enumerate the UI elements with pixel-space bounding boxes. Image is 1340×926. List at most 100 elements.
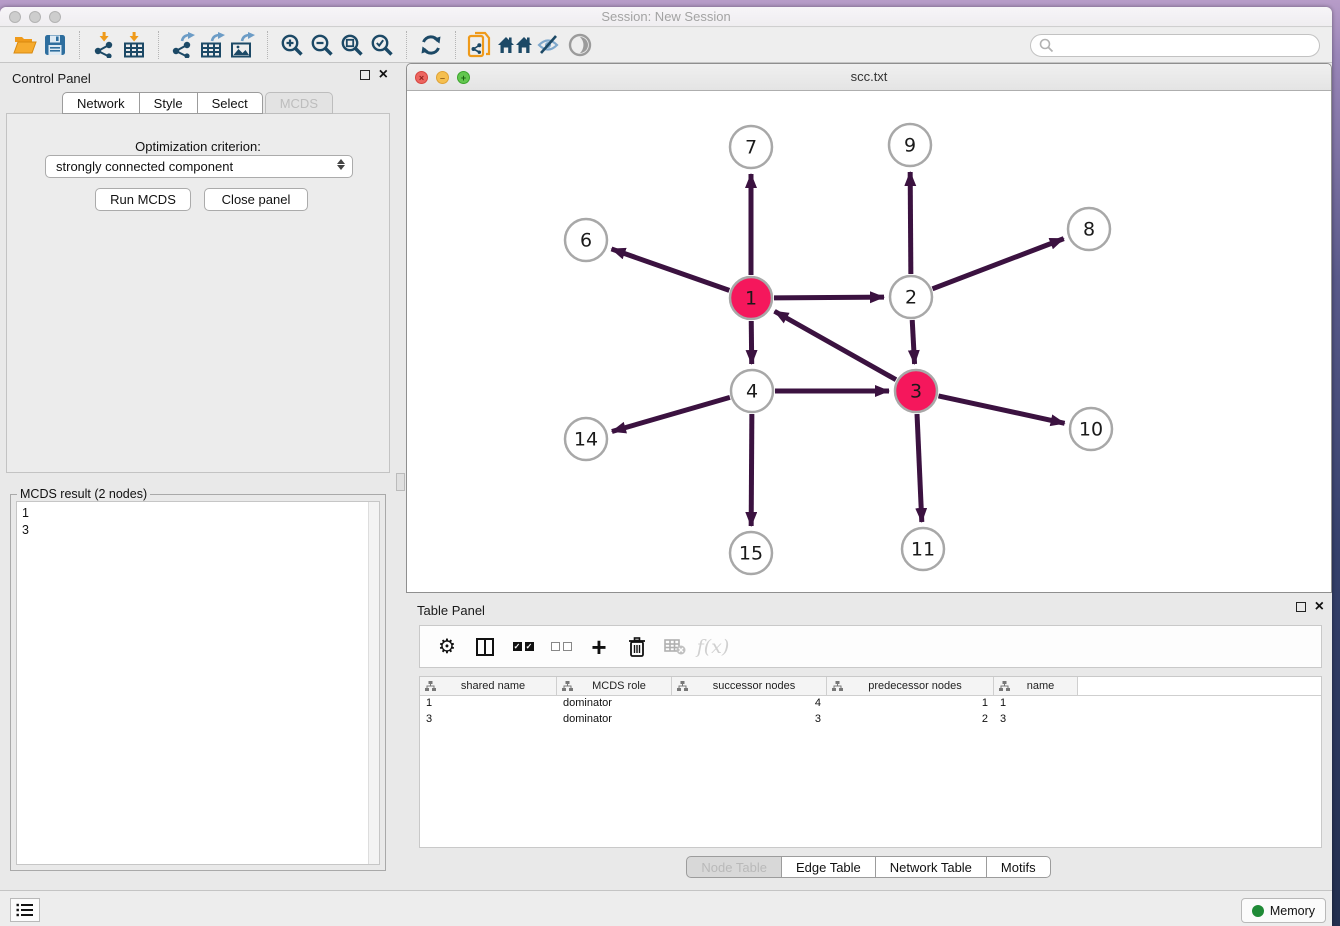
toolbar-separator — [267, 31, 268, 59]
tab-motifs[interactable]: Motifs — [986, 856, 1051, 878]
table-row[interactable]: 1dominator411 — [420, 696, 1321, 712]
mcds-result-text: 1 3 — [22, 505, 365, 861]
tab-network[interactable]: Network — [62, 92, 140, 114]
table-cell[interactable]: 3 — [994, 712, 1078, 728]
table-cell[interactable]: 2 — [827, 712, 994, 728]
table-toolbar: ⚙ ✓✓ + f(x) — [419, 625, 1322, 668]
table-cell[interactable]: 3 — [420, 712, 557, 728]
criterion-selected-value: strongly connected component — [56, 159, 233, 174]
graph-node-label-3: 3 — [910, 381, 922, 403]
select-all-icon[interactable]: ✓✓ — [506, 631, 540, 663]
table-header-row: shared nameMCDS rolesuccessor nodesprede… — [420, 677, 1321, 696]
hierarchy-icon — [677, 681, 688, 692]
mcds-panel: Optimization criterion: strongly connect… — [6, 113, 390, 473]
memory-status-icon — [1252, 905, 1264, 917]
table-cell[interactable]: 1 — [994, 696, 1078, 712]
graph-edge-2-9[interactable] — [910, 172, 911, 274]
panel-divider-grip[interactable] — [396, 473, 405, 491]
cybrowser-icon[interactable] — [465, 31, 495, 59]
app-titlebar: Session: New Session — [0, 7, 1332, 27]
graph-edge-4-15[interactable] — [751, 414, 752, 526]
import-table-icon[interactable] — [119, 31, 149, 59]
toolbar-separator — [406, 31, 407, 59]
column-header-predecessor-nodes[interactable]: predecessor nodes — [827, 677, 994, 695]
column-header-name[interactable]: name — [994, 677, 1078, 695]
table-row[interactable]: 3dominator323 — [420, 712, 1321, 728]
memory-button[interactable]: Memory — [1241, 898, 1326, 923]
hide-graphics-icon[interactable] — [535, 31, 565, 59]
open-file-icon[interactable] — [10, 31, 40, 59]
hierarchy-icon — [832, 681, 843, 692]
network-canvas[interactable]: 7968124314101511 — [407, 91, 1331, 592]
search-input[interactable] — [1030, 34, 1320, 57]
tab-select[interactable]: Select — [197, 92, 263, 114]
close-panel-icon[interactable]: × — [379, 70, 388, 80]
table-cell[interactable]: 1 — [420, 696, 557, 712]
export-image-icon[interactable] — [228, 31, 258, 59]
deselect-all-icon[interactable] — [544, 631, 578, 663]
float-panel-icon[interactable] — [360, 70, 370, 80]
graph-edge-1-2[interactable] — [774, 297, 884, 298]
zoom-selected-icon[interactable] — [367, 31, 397, 59]
close-panel-button[interactable]: Close panel — [204, 188, 308, 211]
workspace: Control Panel × Network Style Select MCD… — [0, 63, 1332, 890]
graph-node-label-10: 10 — [1079, 419, 1103, 441]
delete-icon[interactable] — [620, 631, 654, 663]
column-header-MCDS-role[interactable]: MCDS role — [557, 677, 672, 695]
export-network-icon[interactable] — [168, 31, 198, 59]
hierarchy-icon — [562, 681, 573, 692]
graph-edge-3-1[interactable] — [775, 311, 896, 379]
result-scrollbar[interactable] — [368, 502, 379, 864]
graph-edge-3-10[interactable] — [938, 396, 1064, 423]
column-header-successor-nodes[interactable]: successor nodes — [672, 677, 827, 695]
save-session-icon[interactable] — [40, 31, 70, 59]
show-graphics-icon[interactable] — [565, 31, 595, 59]
task-history-button[interactable] — [10, 898, 40, 922]
graph-edge-4-14[interactable] — [612, 397, 730, 431]
table-cell[interactable]: 1 — [827, 696, 994, 712]
graph-edge-2-8[interactable] — [932, 239, 1063, 289]
delete-table-icon — [658, 631, 692, 663]
table-cell[interactable]: 4 — [672, 696, 827, 712]
tab-style[interactable]: Style — [139, 92, 198, 114]
graph-edge-1-6[interactable] — [611, 249, 729, 290]
graph-node-label-14: 14 — [574, 429, 598, 451]
function-builder-icon: f(x) — [696, 631, 730, 663]
zoom-in-icon[interactable] — [277, 31, 307, 59]
float-table-panel-icon[interactable] — [1296, 602, 1306, 612]
column-header-shared-name[interactable]: shared name — [420, 677, 557, 695]
tab-mcds[interactable]: MCDS — [265, 92, 333, 114]
node-table[interactable]: shared nameMCDS rolesuccessor nodesprede… — [419, 676, 1322, 848]
refresh-icon[interactable] — [416, 31, 446, 59]
close-table-panel-icon[interactable]: × — [1315, 602, 1324, 612]
gear-icon[interactable]: ⚙ — [430, 631, 464, 663]
graph-edge-3-11[interactable] — [917, 414, 922, 522]
mcds-result-box[interactable]: 1 3 — [16, 501, 380, 865]
tab-node-table[interactable]: Node Table — [686, 856, 782, 878]
export-table-icon[interactable] — [198, 31, 228, 59]
graph-node-label-4: 4 — [746, 381, 758, 403]
memory-label: Memory — [1270, 904, 1315, 918]
hierarchy-icon — [425, 681, 436, 692]
import-network-icon[interactable] — [89, 31, 119, 59]
zoom-fit-icon[interactable] — [337, 31, 367, 59]
run-mcds-button[interactable]: Run MCDS — [95, 188, 191, 211]
network-view-window: × – + scc.txt 7968124314101511 — [406, 63, 1332, 593]
control-panel-tabs: Network Style Select MCDS — [0, 92, 396, 114]
table-cell[interactable]: dominator — [557, 712, 672, 728]
tab-edge-table[interactable]: Edge Table — [781, 856, 876, 878]
criterion-select[interactable]: strongly connected component — [45, 155, 353, 178]
application-window: Session: New Session — [0, 7, 1332, 926]
home-icon[interactable] — [495, 31, 535, 59]
toolbar-separator — [158, 31, 159, 59]
table-cell[interactable]: dominator — [557, 696, 672, 712]
columns-icon[interactable] — [468, 631, 502, 663]
zoom-out-icon[interactable] — [307, 31, 337, 59]
table-cell[interactable]: 3 — [672, 712, 827, 728]
graph-edge-2-3[interactable] — [912, 320, 914, 364]
network-window-titlebar[interactable]: × – + scc.txt — [407, 64, 1331, 91]
network-graph[interactable]: 7968124314101511 — [407, 91, 1331, 592]
tab-network-table[interactable]: Network Table — [875, 856, 987, 878]
add-column-icon[interactable]: + — [582, 631, 616, 663]
optimization-criterion-label: Optimization criterion: — [7, 139, 389, 154]
